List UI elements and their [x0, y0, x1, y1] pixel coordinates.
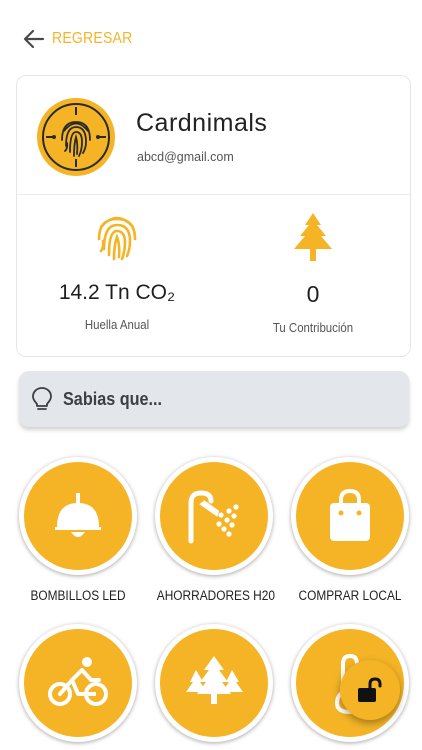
category-led-bulbs[interactable]: BOMBILLOS LED [13, 457, 143, 603]
category-icon-circle [19, 624, 137, 742]
category-bicycle[interactable] [13, 624, 143, 750]
back-button[interactable]: REGRESAR [22, 27, 143, 51]
shopping-bag-icon [330, 488, 370, 541]
back-label: REGRESAR [52, 30, 133, 47]
stat-label: Tu Contribución [272, 320, 354, 335]
ceiling-lamp-icon [55, 493, 101, 537]
stat-value: 14.2 Tn CO₂ [58, 281, 176, 304]
profile-name: Cardnimals [136, 109, 268, 137]
did-you-know-label: Sabias que... [63, 388, 163, 409]
stat-value: 0 [306, 281, 320, 307]
bicycle-icon [48, 657, 108, 706]
arrow-left-icon [23, 29, 45, 49]
category-buy-local[interactable]: COMPRAR LOCAL [285, 457, 415, 603]
tree-icon [294, 213, 332, 261]
unlock-button[interactable] [340, 660, 400, 720]
lightbulb-icon [32, 387, 52, 410]
did-you-know-banner[interactable]: Sabias que... [19, 371, 409, 427]
divider [17, 194, 410, 195]
unlock-icon [358, 677, 382, 702]
category-icon-circle [155, 457, 273, 575]
category-forest[interactable] [149, 624, 279, 750]
category-icon-circle [155, 624, 273, 742]
category-label: COMPRAR LOCAL [298, 588, 402, 603]
category-water-savers[interactable]: AHORRADORES H20 [149, 457, 279, 603]
category-label: AHORRADORES H20 [156, 588, 275, 603]
profile-card: Cardnimals abcd@gmail.com 14.2 Tn CO₂ Hu… [16, 75, 411, 357]
category-icon-circle [19, 457, 137, 575]
shower-icon [188, 490, 239, 544]
fingerprint-icon [97, 216, 137, 261]
category-label: BOMBILLOS LED [30, 588, 126, 603]
category-icon-circle [291, 457, 409, 575]
profile-email: abcd@gmail.com [137, 150, 234, 164]
forest-icon [186, 656, 243, 704]
stat-contribution: 0 Tu Contribución [223, 211, 403, 335]
stat-label: Huella Anual [84, 317, 150, 332]
fingerprint-avatar-icon [42, 103, 110, 171]
avatar[interactable] [37, 98, 115, 176]
stat-annual-footprint: 14.2 Tn CO₂ Huella Anual [27, 211, 207, 332]
